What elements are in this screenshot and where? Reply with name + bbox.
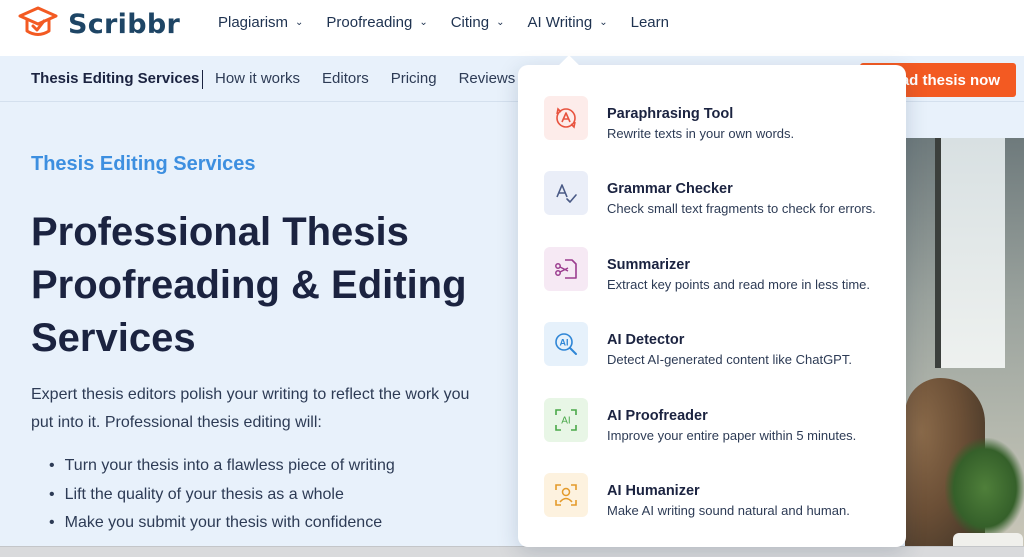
ai-writing-dropdown: Paraphrasing Tool Rewrite texts in your … [518,55,906,547]
menu-item-description: Make AI writing sound natural and human. [607,503,850,518]
menu-item-title: AI Humanizer [607,483,700,499]
nav-plagiarism[interactable]: Plagiarism ⌄ [218,14,303,31]
menu-item-ai-proofreader[interactable]: AI AI Proofreader Improve your entire pa… [544,398,884,444]
chevron-down-icon: ⌄ [419,16,428,28]
nav-learn[interactable]: Learn [631,14,669,31]
subnav-link-editors[interactable]: Editors [322,70,369,87]
menu-item-title: AI Proofreader [607,408,708,424]
hero-eyebrow: Thesis Editing Services [31,153,256,175]
hero-intro-line-1: Expert thesis editors polish your writin… [31,386,470,403]
menu-item-title: Paraphrasing Tool [607,106,734,122]
menu-item-description: Improve your entire paper within 5 minut… [607,428,857,443]
subnav-link-reviews[interactable]: Reviews [459,70,516,87]
svg-text:AI: AI [560,338,569,348]
nav-citing[interactable]: Citing ⌄ [451,14,505,31]
page-title-line-1: Professional Thesis [31,210,409,254]
ai-detector-icon: AI [544,322,588,366]
nav-ai-writing-label: AI Writing [527,13,593,31]
nav-ai-writing[interactable]: AI Writing ⌄ [527,14,607,31]
graduation-cap-logo-icon [18,6,58,36]
menu-item-ai-humanizer[interactable]: AI Humanizer Make AI writing sound natur… [544,473,884,519]
grammar-check-icon [544,171,588,215]
photo-window [935,138,1005,368]
subnav-title[interactable]: Thesis Editing Services [31,70,199,87]
photo-plant [945,438,1024,538]
svg-text:AI: AI [561,416,570,427]
ai-proofreader-icon: AI [544,398,588,442]
chevron-down-icon: ⌄ [295,16,304,28]
top-navigation: Scribbr Plagiarism ⌄ Proofreading ⌄ Citing… [0,0,1024,56]
nav-proofreading-label: Proofreading [326,13,413,31]
scribbr-logo[interactable]: Scribbr [16,4,180,44]
hero-intro: Expert thesis editors polish your writin… [31,381,511,437]
subnav-link-pricing[interactable]: Pricing [391,70,437,87]
upload-thesis-button-label: ad thesis now [900,71,1000,89]
chevron-down-icon: ⌄ [599,16,608,28]
nav-learn-label: Learn [630,13,669,31]
menu-item-description: Rewrite texts in your own words. [607,126,795,141]
paraphrase-icon [544,96,588,140]
menu-item-title: AI Detector [607,332,685,348]
page-title-line-3: Services [31,316,196,360]
benefit-item: Lift the quality of your thesis as a who… [31,481,395,510]
menu-item-description: Check small text fragments to check for … [607,201,876,216]
hero-photo [905,138,1024,547]
page-title: Professional Thesis Proofreading & Editi… [31,206,521,365]
browser-bottom-bar [0,546,1024,557]
page-title-line-2: Proofreading & Editing [31,263,467,307]
benefit-item: Turn your thesis into a flawless piece o… [31,452,395,481]
menu-item-paraphrasing-tool[interactable]: Paraphrasing Tool Rewrite texts in your … [544,96,884,142]
menu-item-summarizer[interactable]: Summarizer Extract key points and read m… [544,247,884,293]
brand-name: Scribbr [68,8,181,40]
benefit-list: Turn your thesis into a flawless piece o… [31,452,395,538]
menu-item-title: Grammar Checker [607,181,733,197]
chevron-down-icon: ⌄ [496,16,505,28]
menu-item-ai-detector[interactable]: AI AI Detector Detect AI-generated conte… [544,322,884,368]
hero-intro-line-2: put into it. Professional thesis editing… [31,414,322,431]
ai-humanizer-icon [544,473,588,517]
nav-proofreading[interactable]: Proofreading ⌄ [326,14,427,31]
menu-item-description: Extract key points and read more in less… [607,277,871,292]
nav-citing-label: Citing [450,13,490,31]
menu-item-title: Summarizer [607,257,691,273]
subnav-link-how-it-works[interactable]: How it works [215,70,300,87]
subnav-divider [202,70,203,89]
nav-plagiarism-label: Plagiarism [218,13,289,31]
menu-item-description: Detect AI-generated content like ChatGPT… [607,352,852,367]
photo-pot [953,533,1023,547]
menu-item-grammar-checker[interactable]: Grammar Checker Check small text fragmen… [544,171,884,217]
benefit-item: Make you submit your thesis with confide… [31,509,395,538]
summarizer-icon [544,247,588,291]
